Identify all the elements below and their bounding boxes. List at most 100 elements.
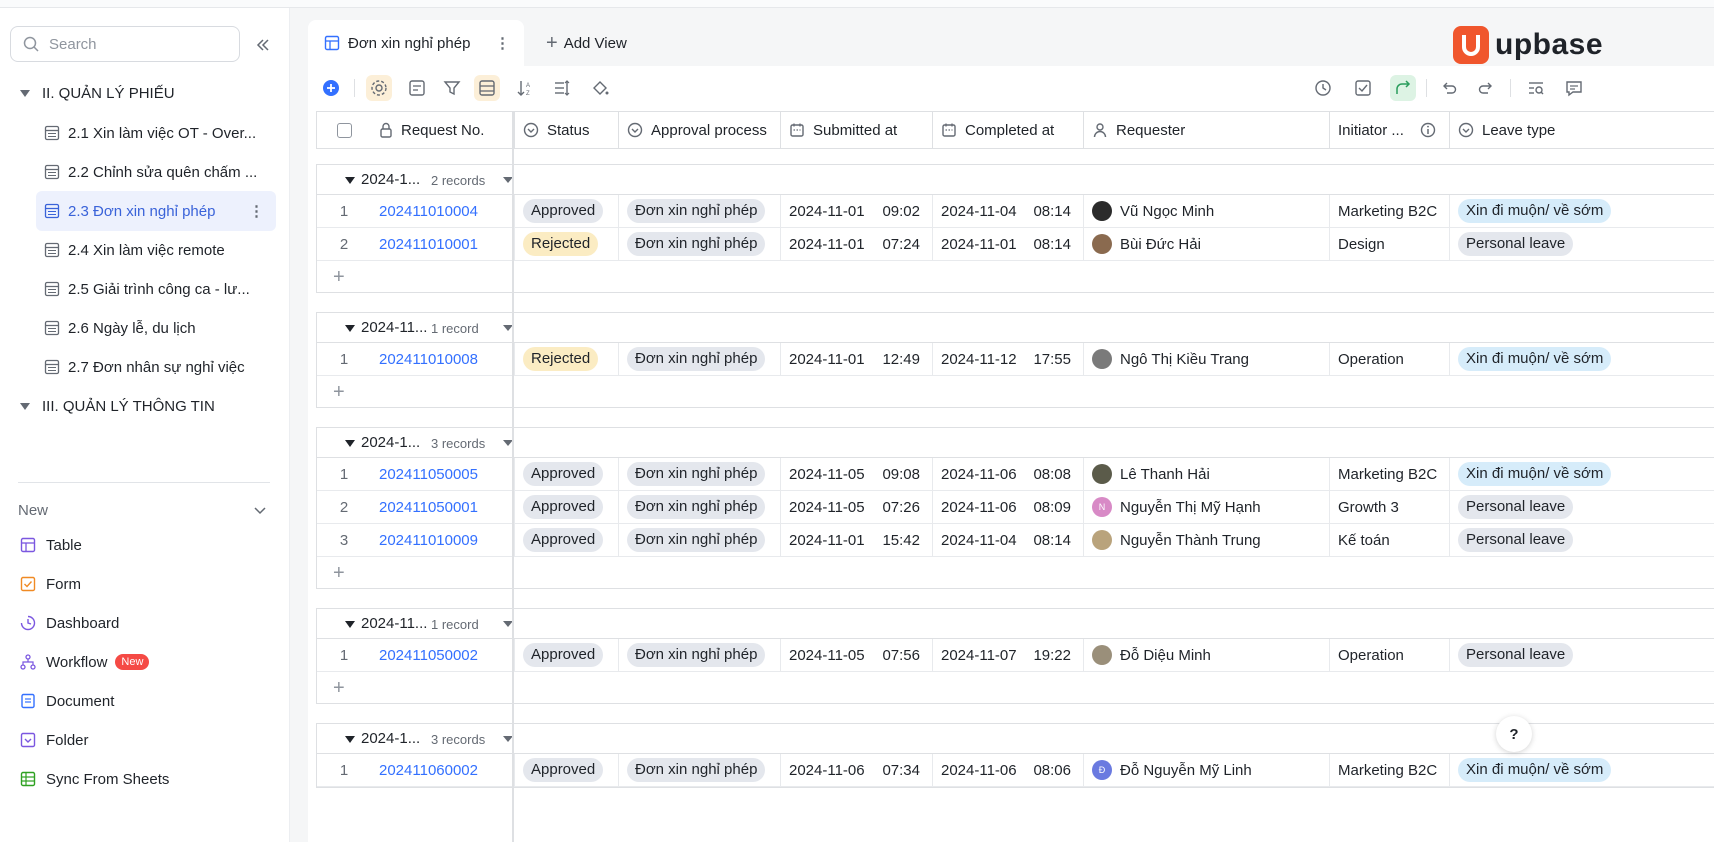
col-leave-type[interactable]: Leave type (1450, 112, 1714, 148)
completed-cell[interactable]: 2024-11-06 08:06 (933, 754, 1084, 786)
leave-type-cell[interactable]: Personal leave (1450, 524, 1714, 556)
submitted-cell[interactable]: 2024-11-05 07:56 (781, 639, 933, 671)
initiator-cell[interactable]: Marketing B2C (1330, 458, 1450, 490)
initiator-cell[interactable]: Growth 3 (1330, 491, 1450, 523)
requester-cell[interactable]: N Nguyễn Thị Mỹ Hạnh (1084, 491, 1330, 523)
sidebar-item-nghi-viec[interactable]: 2.7 Đơn nhân sự nghỉ việc (36, 347, 276, 387)
leave-type-cell[interactable]: Xin đi muộn/ về sớm (1450, 458, 1714, 490)
col-completed-at[interactable]: Completed at (933, 112, 1084, 148)
caret-down-icon[interactable] (345, 440, 355, 447)
group-header[interactable]: 2024-11... 1 record (317, 609, 1714, 639)
new-table-item[interactable]: Table (20, 530, 82, 560)
add-record-row[interactable]: + (317, 672, 1714, 703)
completed-cell[interactable]: 2024-11-04 08:14 (933, 524, 1084, 556)
section-quan-ly-thong-tin[interactable]: III. QUẢN LÝ THÔNG TIN (20, 391, 215, 421)
new-sync-sheets-item[interactable]: Sync From Sheets (20, 764, 169, 794)
new-form-item[interactable]: Form (20, 569, 81, 599)
table-row[interactable]: 1 202411050002 Approved Đơn xin nghỉ phép 20… (317, 639, 1714, 672)
table-row[interactable]: 2 202411050001 Approved Đơn xin nghỉ phép 20… (317, 491, 1714, 524)
caret-down-icon[interactable] (345, 621, 355, 628)
table-row[interactable]: 3 202411010009 Approved Đơn xin nghỉ phép 20… (317, 524, 1714, 557)
plus-icon[interactable]: + (333, 562, 345, 585)
requester-cell[interactable]: Lê Thanh Hải (1084, 458, 1330, 490)
leave-type-cell[interactable]: Xin đi muộn/ về sớm (1450, 195, 1714, 227)
leave-type-cell[interactable]: Xin đi muộn/ về sớm (1450, 754, 1714, 786)
add-record-icon[interactable] (318, 75, 344, 101)
comment-icon[interactable] (1561, 75, 1587, 101)
checklist-icon[interactable] (1350, 75, 1376, 101)
new-document-item[interactable]: Document (20, 686, 114, 716)
requester-cell[interactable]: Nguyễn Thành Trung (1084, 524, 1330, 556)
completed-cell[interactable]: 2024-11-01 08:14 (933, 228, 1084, 260)
search-records-icon[interactable] (1523, 75, 1549, 101)
approval-cell[interactable]: Đơn xin nghỉ phép (619, 228, 781, 260)
sidebar-item-giai-trinh[interactable]: 2.5 Giải trình công ca - lư... (36, 269, 276, 309)
initiator-cell[interactable]: Operation (1330, 639, 1450, 671)
initiator-cell[interactable]: Kế toán (1330, 524, 1450, 556)
new-menu-toggle[interactable]: New (18, 495, 268, 525)
settings-icon[interactable] (366, 75, 392, 101)
status-cell[interactable]: Rejected (515, 343, 619, 375)
new-workflow-item[interactable]: Workflow New (20, 647, 150, 677)
tab-more-icon[interactable]: ⋮ (495, 34, 510, 52)
group-header[interactable]: 2024-1... 2 records (317, 165, 1714, 195)
approval-cell[interactable]: Đơn xin nghỉ phép (619, 195, 781, 227)
request-no-link[interactable]: 202411050005 (371, 458, 515, 490)
add-record-row[interactable]: + (317, 376, 1714, 407)
submitted-cell[interactable]: 2024-11-01 15:42 (781, 524, 933, 556)
select-all-checkbox[interactable] (317, 112, 371, 148)
plus-icon[interactable]: + (333, 677, 345, 700)
sidebar-item-ngay-le[interactable]: 2.6 Ngày lễ, du lịch (36, 308, 276, 348)
history-icon[interactable] (1310, 75, 1336, 101)
row-height-icon[interactable] (549, 75, 575, 101)
requester-cell[interactable]: Ngô Thị Kiều Trang (1084, 343, 1330, 375)
request-no-link[interactable]: 202411010004 (371, 195, 515, 227)
col-request-no[interactable]: Request No. (371, 112, 515, 148)
redo-icon[interactable] (1474, 75, 1500, 101)
add-record-row[interactable]: + (317, 557, 1714, 588)
initiator-cell[interactable]: Marketing B2C (1330, 754, 1450, 786)
request-no-link[interactable]: 202411010001 (371, 228, 515, 260)
request-no-link[interactable]: 202411050002 (371, 639, 515, 671)
table-row[interactable]: 2 202411010001 Rejected Đơn xin nghỉ phép 20… (317, 228, 1714, 261)
status-cell[interactable]: Rejected (515, 228, 619, 260)
info-icon[interactable] (1420, 122, 1436, 138)
request-no-link[interactable]: 202411060002 (371, 754, 515, 786)
leave-type-cell[interactable]: Xin đi muộn/ về sớm (1450, 343, 1714, 375)
leave-type-cell[interactable]: Personal leave (1450, 639, 1714, 671)
fields-icon[interactable] (404, 75, 430, 101)
completed-cell[interactable]: 2024-11-04 08:14 (933, 195, 1084, 227)
requester-cell[interactable]: Đỗ Diệu Minh (1084, 639, 1330, 671)
undo-icon[interactable] (1435, 75, 1461, 101)
group-header[interactable]: 2024-11... 1 record (317, 313, 1714, 343)
section-quan-ly-phieu[interactable]: II. QUẢN LÝ PHIẾU (20, 78, 175, 108)
approval-cell[interactable]: Đơn xin nghỉ phép (619, 491, 781, 523)
col-approval-process[interactable]: Approval process (619, 112, 781, 148)
tab-don-xin-nghi-phep[interactable]: Đơn xin nghỉ phép ⋮ (308, 20, 524, 66)
completed-cell[interactable]: 2024-11-06 08:09 (933, 491, 1084, 523)
status-cell[interactable]: Approved (515, 491, 619, 523)
completed-cell[interactable]: 2024-11-12 17:55 (933, 343, 1084, 375)
plus-icon[interactable]: + (333, 381, 345, 404)
new-dashboard-item[interactable]: Dashboard (20, 608, 119, 638)
search-input[interactable]: Search (10, 26, 240, 62)
approval-cell[interactable]: Đơn xin nghỉ phép (619, 524, 781, 556)
sidebar-item-remote[interactable]: 2.4 Xin làm việc remote (36, 230, 276, 270)
caret-down-icon[interactable] (345, 177, 355, 184)
col-status[interactable]: Status (515, 112, 619, 148)
caret-down-icon[interactable] (345, 325, 355, 332)
status-cell[interactable]: Approved (515, 195, 619, 227)
sidebar-item-chinh-sua[interactable]: 2.2 Chỉnh sửa quên chấm ... (36, 152, 276, 192)
checkbox[interactable] (336, 122, 352, 138)
sort-icon[interactable]: AZ (512, 75, 538, 101)
initiator-cell[interactable]: Design (1330, 228, 1450, 260)
caret-down-icon[interactable] (345, 736, 355, 743)
add-record-row[interactable]: + (317, 261, 1714, 292)
requester-cell[interactable]: Bùi Đức Hải (1084, 228, 1330, 260)
leave-type-cell[interactable]: Personal leave (1450, 491, 1714, 523)
sidebar-item-ot[interactable]: 2.1 Xin làm việc OT - Over... (36, 113, 276, 153)
request-no-link[interactable]: 202411010009 (371, 524, 515, 556)
initiator-cell[interactable]: Operation (1330, 343, 1450, 375)
col-initiator[interactable]: Initiator ... (1330, 112, 1450, 148)
submitted-cell[interactable]: 2024-11-05 07:26 (781, 491, 933, 523)
